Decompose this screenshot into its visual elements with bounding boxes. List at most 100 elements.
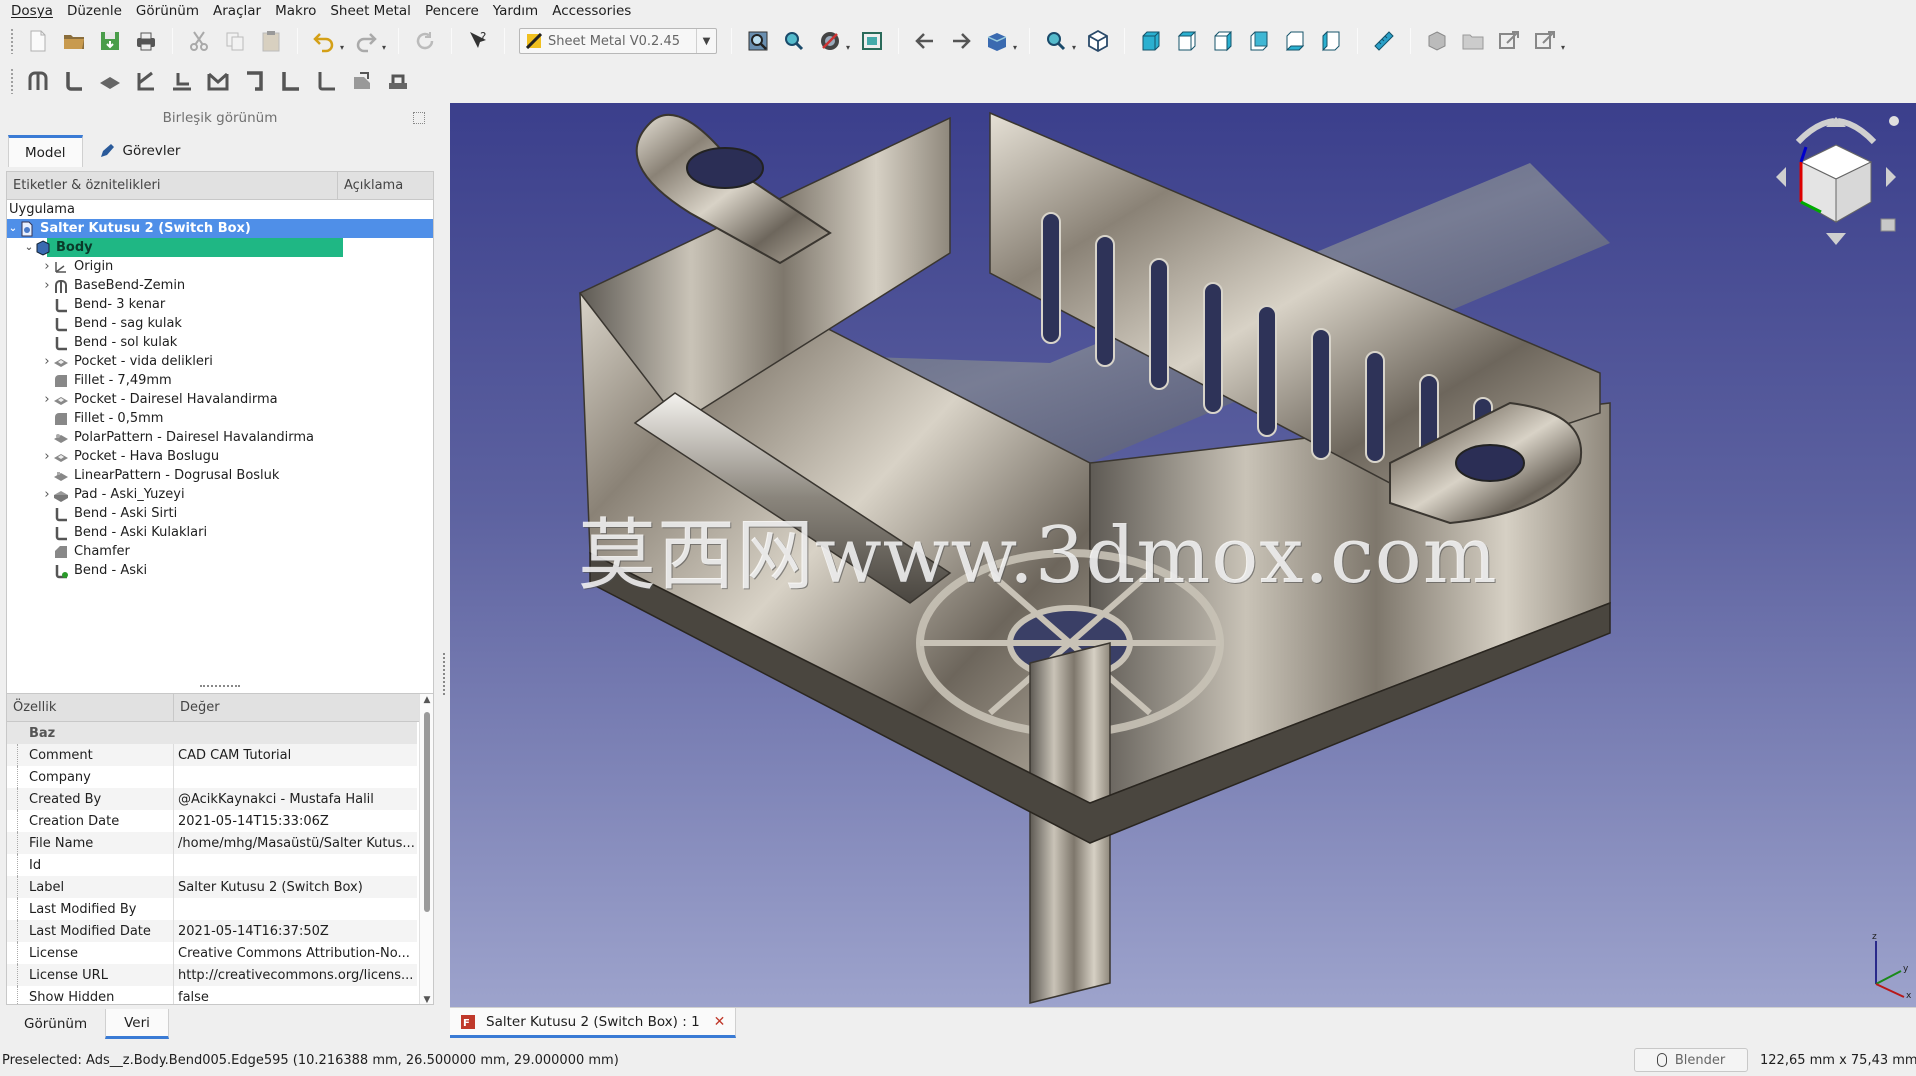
redo-icon[interactable] [352,27,380,55]
undo-dropdown-icon[interactable]: ▾ [338,27,346,55]
left-view-icon[interactable] [1317,27,1345,55]
zoom-icon[interactable] [1042,27,1070,55]
tab-view[interactable]: Görünüm [6,1009,105,1039]
undo-icon[interactable] [310,27,338,55]
property-header-name[interactable]: Özellik [7,694,174,721]
expand-arrow-icon[interactable]: › [41,259,53,274]
bounding-box-icon[interactable] [858,27,886,55]
base-bend-icon[interactable] [24,67,52,95]
property-row[interactable]: License URL http://creativecommons.org/li… [7,964,417,986]
tree-body-row[interactable]: ⌄ Body [7,238,433,257]
property-value[interactable] [174,898,417,920]
right-view-icon[interactable] [1209,27,1237,55]
property-row[interactable]: File Name/home/mhg/Masaüstü/Salter Kutus… [7,832,417,854]
property-value[interactable]: false [174,986,417,1005]
tree-feature-row[interactable]: Fillet - 0,5mm [7,409,433,428]
cut-icon[interactable] [185,27,213,55]
paste-icon[interactable] [257,27,285,55]
property-group-base[interactable]: Baz [7,722,417,744]
tab-data[interactable]: Veri [105,1009,169,1039]
collapse-arrow-icon[interactable]: ⌄ [23,242,35,253]
redo-dropdown-icon[interactable]: ▾ [380,27,388,55]
whats-this-icon[interactable]: ? [464,27,492,55]
property-value[interactable] [174,766,417,788]
panel-splitter[interactable] [200,677,240,687]
property-row[interactable]: Id [7,854,417,876]
print-icon[interactable] [132,27,160,55]
front-view-icon[interactable] [1137,27,1165,55]
make-link-icon[interactable] [1495,27,1523,55]
tree-header-description[interactable]: Açıklama [338,172,433,199]
link-icon[interactable] [983,27,1011,55]
workbench-selector[interactable]: Sheet Metal V0.2.45 ▼ [519,28,717,54]
forming-icon[interactable] [384,67,412,95]
menu-tools[interactable]: Araçlar [206,3,268,19]
navigation-cube[interactable] [1766,107,1906,247]
menu-view[interactable]: Görünüm [129,3,206,19]
measure-icon[interactable] [1370,27,1398,55]
fit-all-icon[interactable] [744,27,772,55]
property-row[interactable]: Company [7,766,417,788]
property-value[interactable]: http://creativecommons.org/licens... [174,964,417,986]
property-value[interactable]: /home/mhg/Masaüstü/Salter Kutus... [174,832,417,854]
tree-feature-row[interactable]: › Pocket - Hava Boslugu [7,447,433,466]
menu-accessories[interactable]: Accessories [545,3,638,19]
expand-arrow-icon[interactable]: › [41,449,53,464]
forward-arrow-icon[interactable] [947,27,975,55]
menu-window[interactable]: Pencere [418,3,486,19]
collapse-arrow-icon[interactable]: ⌄ [7,223,19,234]
draw-style-icon[interactable] [816,27,844,55]
tree-feature-row[interactable]: › Origin [7,257,433,276]
add-wall-icon[interactable] [60,67,88,95]
expand-arrow-icon[interactable]: › [41,487,53,502]
tab-model[interactable]: Model [8,135,83,167]
menu-help[interactable]: Yardım [486,3,545,19]
property-value[interactable]: 2021-05-14T15:33:06Z [174,810,417,832]
property-value[interactable]: Creative Commons Attribution-No... [174,942,417,964]
tree-feature-row[interactable]: Bend - Aski Kulaklari [7,523,433,542]
tree-header-labels[interactable]: Etiketler & öznitelikleri [7,172,338,199]
new-document-icon[interactable] [24,27,52,55]
tree-feature-row[interactable]: › BaseBend-Zemin [7,276,433,295]
extend-face-icon[interactable] [96,67,124,95]
rear-view-icon[interactable] [1245,27,1273,55]
link-actions-dropdown-icon[interactable]: ▾ [1559,27,1567,55]
tree-feature-row[interactable]: Bend - sol kulak [7,333,433,352]
tree-document-row[interactable]: ⌄ Salter Kutusu 2 (Switch Box) [7,219,433,238]
unfold-icon[interactable] [168,67,196,95]
copy-icon[interactable] [221,27,249,55]
scroll-thumb[interactable] [424,712,430,912]
float-panel-icon[interactable] [413,112,425,124]
property-value[interactable] [174,854,417,876]
tab-tasks[interactable]: Görevler [83,135,197,167]
navigation-style-button[interactable]: Blender [1634,1048,1748,1072]
property-row[interactable]: Comment CAD CAM Tutorial [7,744,417,766]
make-bend-icon[interactable] [276,67,304,95]
tree-feature-row[interactable]: LinearPattern - Dogrusal Bosluk [7,466,433,485]
property-value[interactable]: CAD CAM Tutorial [174,744,417,766]
fit-selection-icon[interactable] [780,27,808,55]
refresh-icon[interactable] [411,27,439,55]
tree-feature-row[interactable]: Bend - Aski Sirti [7,504,433,523]
tree-feature-row[interactable]: › Pad - Aski_Yuzeyi [7,485,433,504]
3d-viewport[interactable]: 莫西网www.3dmox.com z y x [450,103,1916,1007]
document-tab[interactable]: F Salter Kutusu 2 (Switch Box) : 1 ✕ [450,1008,737,1038]
tree-feature-row[interactable]: › Pocket - vida delikleri [7,352,433,371]
make-relief-icon[interactable] [204,67,232,95]
property-row[interactable]: Last Modified By [7,898,417,920]
scroll-up-icon[interactable]: ▲ [420,695,433,705]
menu-edit[interactable]: Düzenle [60,3,129,19]
property-value[interactable]: @AcikKaynakci - Mustafa Halil [174,788,417,810]
tree-feature-row[interactable]: Fillet - 7,49mm [7,371,433,390]
property-vertical-scrollbar[interactable]: ▲ ▼ [419,694,433,1004]
vertical-splitter-handle[interactable] [443,653,446,695]
property-header-value[interactable]: Değer [174,694,220,721]
close-icon[interactable]: ✕ [714,1014,726,1030]
menu-macro[interactable]: Makro [268,3,323,19]
scroll-down-icon[interactable]: ▼ [420,995,433,1004]
expand-arrow-icon[interactable]: › [41,278,53,293]
top-view-icon[interactable] [1173,27,1201,55]
make-junction-icon[interactable] [240,67,268,95]
expand-arrow-icon[interactable]: › [41,354,53,369]
menu-sheet-metal[interactable]: Sheet Metal [323,3,418,19]
